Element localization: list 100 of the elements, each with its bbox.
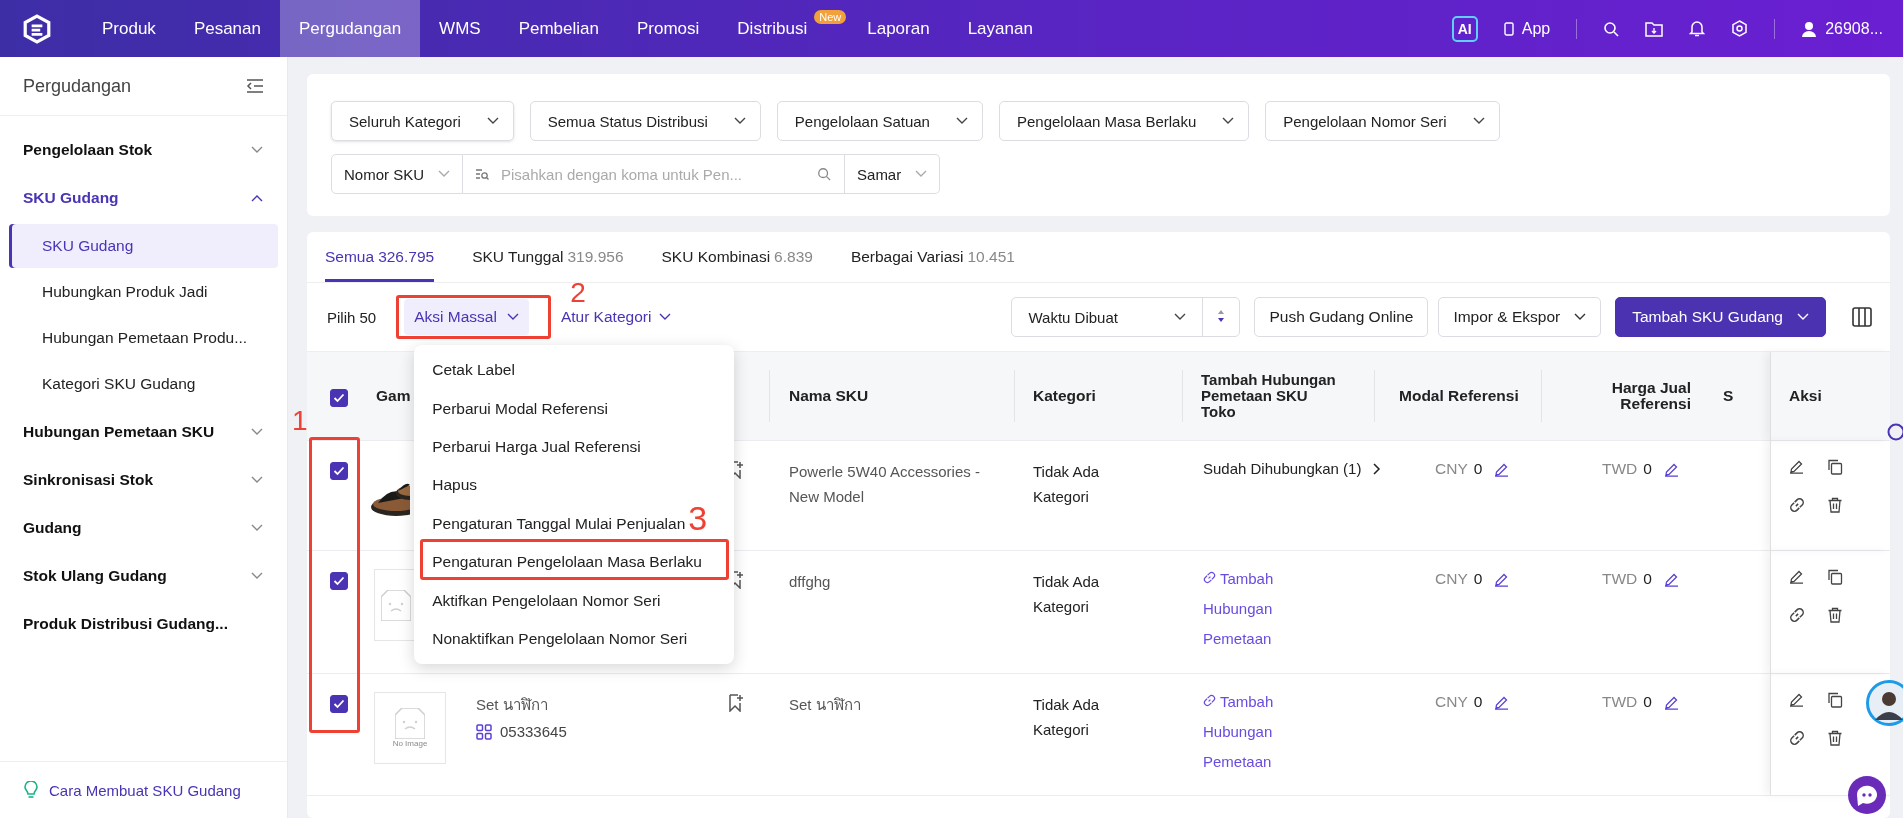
sidebar-item[interactable]: Kategori SKU Gudang [9, 362, 278, 406]
menu-item[interactable]: Perbarui Harga Jual Referensi [432, 427, 641, 467]
sidebar-group[interactable]: Gudang [0, 504, 287, 552]
checkbox[interactable] [329, 462, 348, 480]
copy-icon[interactable] [1827, 459, 1843, 475]
delete-icon[interactable] [1827, 497, 1843, 513]
chevron-down-icon [1472, 117, 1485, 125]
tab[interactable]: Berbagai Variasi 10.451 [850, 232, 1015, 282]
support-avatar-icon[interactable] [1866, 680, 1903, 726]
checkbox[interactable] [329, 572, 348, 590]
edit-icon[interactable] [1494, 571, 1510, 587]
sidebar-title: Pergudangan [23, 75, 132, 97]
chevron-down-icon [1574, 313, 1587, 321]
sidebar-group[interactable]: Stok Ulang Gudang [0, 552, 287, 600]
menu-item[interactable]: Cetak Label [432, 351, 515, 390]
filter-select[interactable]: Samar [845, 154, 941, 194]
help-link[interactable]: Cara Membuat SKU Gudang [49, 781, 241, 799]
nav-tab[interactable]: Pesanan [174, 0, 280, 57]
sidebar-group[interactable]: Sinkronisasi Stok [0, 456, 287, 504]
delete-icon[interactable] [1827, 607, 1843, 623]
sidebar-group[interactable]: SKU Gudang [0, 174, 287, 222]
sku-code: 05333645 [500, 723, 567, 740]
add-sku-button[interactable]: Tambah SKU Gudang [1615, 297, 1826, 337]
bulk-action-button[interactable]: Aksi Massal [404, 299, 529, 335]
menu-item[interactable]: Nonaktifkan Pengelolaan Nomor Seri [432, 619, 688, 659]
copy-icon[interactable] [1827, 692, 1843, 708]
user-menu[interactable]: 26908... [1801, 19, 1883, 38]
chevron-down-icon [1222, 117, 1235, 125]
tab[interactable]: SKU Tunggal 319.956 [472, 232, 624, 282]
edit-icon[interactable] [1789, 459, 1804, 474]
chevron-down-icon [251, 428, 263, 436]
link-icon[interactable] [1789, 497, 1805, 513]
nav-tab[interactable]: WMS [420, 0, 500, 57]
nav-tab[interactable]: Pembelian [499, 0, 618, 57]
chevron-down-icon [438, 170, 451, 178]
tab[interactable]: SKU Kombinasi 6.839 [661, 232, 813, 282]
tab[interactable]: Semua 326.795 [325, 232, 435, 282]
add-mapping-link[interactable]: Tambah Hubungan Pemetaan [1203, 564, 1308, 654]
sidebar-group[interactable]: Produk Distribusi Gudang... [0, 600, 287, 648]
currency-label: TWD [1602, 570, 1638, 588]
column-header: Kategori [1033, 387, 1096, 405]
add-mapping-link[interactable]: Tambah Hubungan Pemetaan [1203, 687, 1308, 777]
edit-icon[interactable] [1789, 569, 1804, 584]
chevron-right-icon [1373, 463, 1382, 475]
filter-select[interactable]: Seluruh Kategori [331, 101, 514, 141]
sidebar-item[interactable]: SKU Gudang [9, 224, 278, 268]
search-field[interactable]: Pisahkan dengan koma untuk Pen... [463, 154, 846, 194]
bookmark-icon[interactable] [729, 694, 743, 712]
edit-icon[interactable] [1663, 571, 1679, 587]
set-category-button[interactable]: Atur Kategori [554, 307, 678, 327]
chat-icon[interactable] [1846, 774, 1888, 816]
columns-icon[interactable] [1852, 307, 1872, 327]
edit-icon[interactable] [1789, 692, 1804, 707]
menu-item[interactable]: Pengaturan Pengelolaan Masa Berlaku [432, 542, 702, 582]
currency-label: CNY [1435, 460, 1468, 478]
menu-item[interactable]: Pengaturan Tanggal Mulai Penjualan [432, 504, 686, 543]
filter-select[interactable]: Pengelolaan Satuan [776, 101, 983, 141]
delete-icon[interactable] [1827, 730, 1843, 746]
sidebar-item[interactable]: Hubungan Pemetaan Produ... [9, 316, 278, 360]
nav-tab[interactable]: Produk [83, 0, 175, 57]
sidebar-item[interactable]: Hubungkan Produk Jadi [9, 270, 278, 314]
settings-icon[interactable] [1731, 20, 1749, 37]
push-online-button[interactable]: Push Gudang Online [1254, 297, 1429, 337]
filter-select[interactable]: Pengelolaan Masa Berlaku [998, 101, 1250, 141]
copy-icon[interactable] [1827, 569, 1843, 585]
menu-item[interactable]: Perbarui Modal Referensi [432, 389, 608, 428]
filter-select[interactable]: Pengelolaan Nomor Seri [1265, 101, 1500, 141]
filter-select[interactable]: Nomor SKU [331, 154, 464, 194]
checkbox[interactable] [329, 388, 348, 407]
menu-item[interactable]: Aktifkan Pengelolaan Nomor Seri [432, 581, 661, 620]
import-export-button[interactable]: Impor & Ekspor [1438, 297, 1602, 337]
checkbox[interactable] [329, 695, 348, 713]
ai-button[interactable]: AI [1451, 15, 1478, 42]
collapse-icon[interactable] [246, 79, 264, 93]
linked-mapping-link[interactable]: Sudah Dihubungkan (1) [1203, 459, 1382, 479]
menu-item[interactable]: Hapus [432, 466, 477, 505]
nav-tab[interactable]: Layanan [948, 0, 1052, 57]
folder-icon[interactable] [1645, 20, 1664, 37]
column-header: Harga Jual Referensi [1610, 379, 1691, 413]
bell-icon[interactable] [1689, 20, 1706, 37]
link-icon[interactable] [1789, 607, 1805, 623]
edit-icon[interactable] [1494, 461, 1510, 477]
link-icon[interactable] [1789, 730, 1805, 746]
sidebar-group[interactable]: Pengelolaan Stok [0, 126, 287, 174]
app-button[interactable]: App [1503, 19, 1551, 38]
sort-arrows-icon [1217, 308, 1226, 323]
check-icon [332, 699, 345, 709]
search-icon[interactable] [1603, 20, 1620, 37]
edit-icon[interactable] [1494, 694, 1510, 710]
sidebar-group[interactable]: Hubungan Pemetaan SKU [0, 408, 287, 456]
edit-icon[interactable] [1663, 461, 1679, 477]
nav-tab[interactable]: Promosi [617, 0, 719, 57]
currency-label: TWD [1602, 460, 1638, 478]
chevron-down-icon [486, 117, 499, 125]
price-value: 0 [1643, 693, 1652, 711]
nav-tab[interactable]: Laporan [848, 0, 949, 57]
nav-tab[interactable]: Pergudangan [280, 0, 421, 57]
edit-icon[interactable] [1663, 694, 1679, 710]
logo-icon[interactable] [22, 13, 52, 44]
filter-select[interactable]: Semua Status Distribusi [529, 101, 761, 141]
